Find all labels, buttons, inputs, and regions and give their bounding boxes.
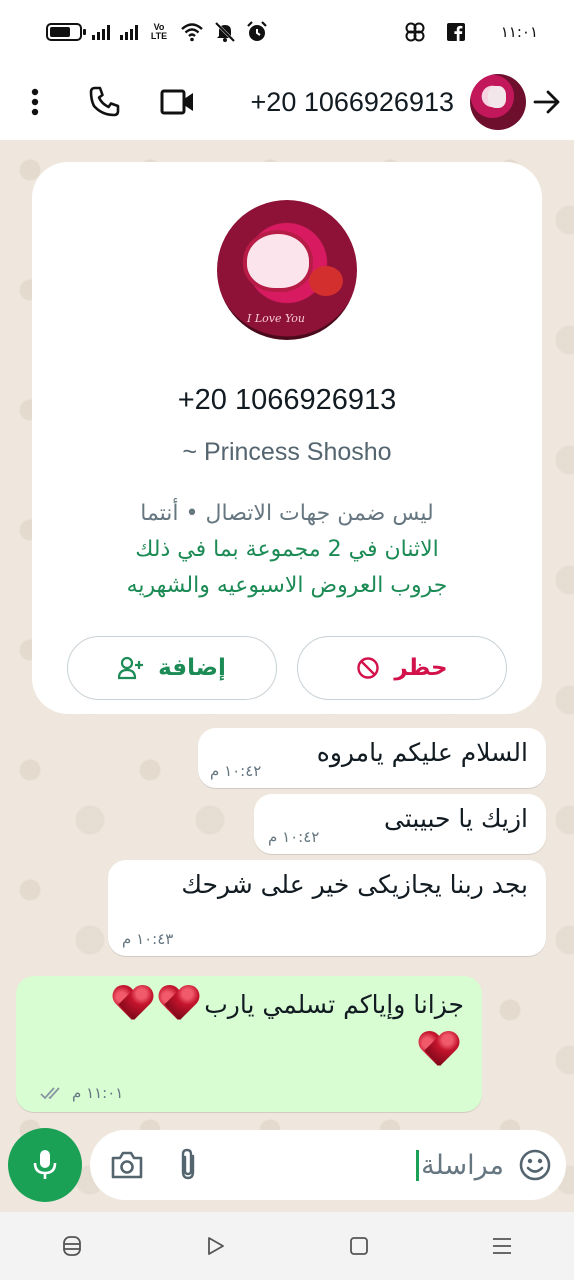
header-actions (20, 85, 196, 119)
volte-icon: Vo LTE (150, 22, 168, 41)
block-icon (357, 657, 380, 679)
message-input[interactable]: مراسلة (416, 1149, 504, 1181)
message-composer[interactable]: مراسلة (90, 1130, 566, 1200)
contact-number-title[interactable]: +20 1066926913 (251, 87, 454, 118)
signal-icon (120, 24, 138, 40)
incoming-message[interactable]: السلام عليكم يامروه ١٠:٤٢ م (198, 728, 546, 788)
incoming-message[interactable]: ازيك يا حبيبتى ١٠:٤٢ م (254, 794, 546, 854)
status-notification-icons: ١١:٠١ (405, 22, 538, 42)
message-time: ١٠:٤٢ م (210, 762, 262, 780)
assistant-icon[interactable] (61, 1234, 83, 1258)
wifi-icon (181, 23, 203, 42)
read-ticks-icon (40, 1087, 60, 1100)
add-contact-label: إضافة (158, 655, 226, 681)
signal-icon (92, 24, 110, 40)
red-heart-emoji (418, 1032, 458, 1068)
contact-status-info: ليس ضمن جهات الاتصال • أنتما الاثنان في … (62, 496, 512, 604)
chat-area[interactable]: I Love You +20 1066926913 ~ Princess Sho… (0, 140, 574, 1212)
chat-header: +20 1066926913 (0, 64, 574, 140)
mute-icon (214, 21, 236, 43)
play-icon[interactable] (204, 1235, 226, 1257)
menu-icon[interactable] (491, 1235, 513, 1257)
add-person-icon (118, 656, 144, 680)
attach-icon[interactable] (176, 1148, 200, 1182)
outgoing-message[interactable]: جزانا وإياكم تسلمي يارب ١١:٠١ م (16, 976, 482, 1112)
contact-avatar[interactable] (470, 74, 526, 130)
common-groups-text[interactable]: الاثنان في 2 مجموعة بما في ذلك (62, 532, 512, 568)
battery-icon (46, 23, 86, 41)
emoji-icon[interactable] (518, 1148, 552, 1182)
message-text: بجد ربنا يجازيكى خير على شرحك (181, 870, 528, 899)
add-contact-button[interactable]: إضافة (67, 636, 277, 700)
group-name-link[interactable]: جروب العروض الاسبوعيه والشهريه (62, 568, 512, 604)
status-time: ١١:٠١ (500, 23, 538, 41)
message-time: ١٠:٤٣ م (122, 930, 174, 948)
message-text: جزانا وإياكم تسلمي يارب (204, 989, 464, 1019)
status-bar: Vo LTE ١١:٠١ (0, 0, 574, 64)
alarm-icon (247, 21, 267, 41)
camera-icon[interactable] (110, 1150, 144, 1180)
message-time: ١١:٠١ م (72, 1084, 124, 1102)
video-call-icon[interactable] (160, 88, 196, 116)
block-contact-label: حظر (394, 655, 448, 681)
red-heart-emoji (112, 986, 152, 1022)
back-arrow-icon[interactable] (532, 87, 562, 117)
message-text: ازيك يا حبيبتى (384, 804, 528, 833)
message-time: ١٠:٤٢ م (268, 828, 320, 846)
avatar-caption: I Love You (247, 312, 306, 325)
message-text: السلام عليكم يامروه (316, 738, 528, 767)
status-system-icons: Vo LTE (46, 21, 268, 43)
block-contact-button[interactable]: حظر (297, 636, 507, 700)
contact-profile-photo[interactable]: I Love You (217, 200, 357, 340)
pinwheel-icon (405, 22, 425, 42)
home-icon[interactable] (348, 1235, 370, 1257)
not-in-contacts-text: ليس ضمن جهات الاتصال • أنتما (140, 501, 434, 526)
contact-number: +20 1066926913 (177, 384, 397, 416)
composer-actions (110, 1148, 200, 1182)
voice-call-icon[interactable] (88, 85, 122, 119)
facebook-icon (446, 23, 465, 41)
red-heart-emoji (158, 986, 198, 1022)
contact-push-name: ~ Princess Shosho (182, 438, 392, 466)
voice-record-button[interactable] (8, 1128, 82, 1202)
contact-info-card: I Love You +20 1066926913 ~ Princess Sho… (32, 162, 542, 714)
incoming-message[interactable]: بجد ربنا يجازيكى خير على شرحك ١٠:٤٣ م (108, 860, 546, 956)
mic-icon (33, 1150, 57, 1179)
more-icon[interactable] (20, 87, 50, 117)
system-nav-bar (0, 1212, 574, 1280)
